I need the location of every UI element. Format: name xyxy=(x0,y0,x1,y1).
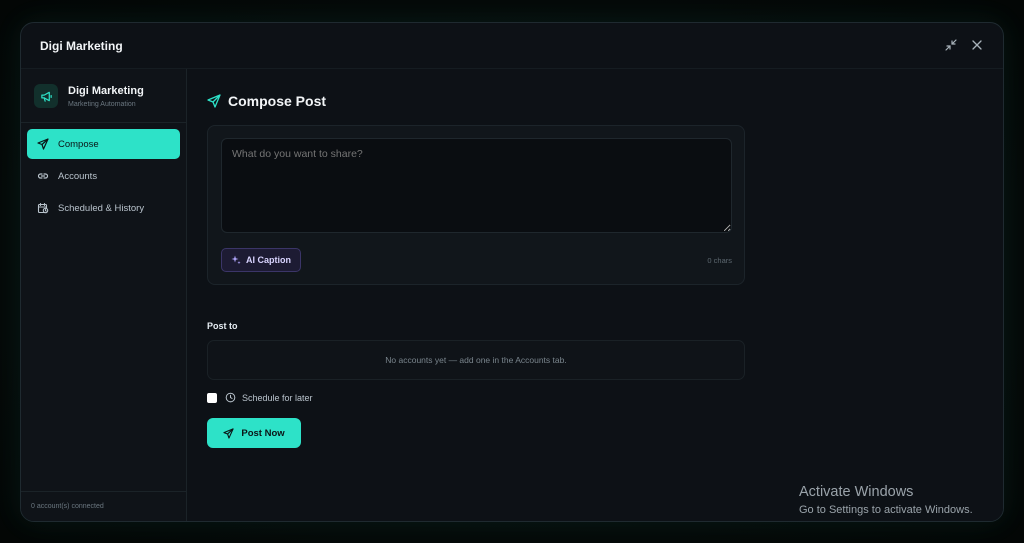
sidebar-item-scheduled-history[interactable]: Scheduled & History xyxy=(27,193,180,223)
post-now-button[interactable]: Post Now xyxy=(207,418,301,448)
activate-windows-watermark: Activate Windows Go to Settings to activ… xyxy=(799,484,973,516)
send-icon xyxy=(207,94,221,108)
connected-accounts-status: 0 account(s) connected xyxy=(21,491,186,521)
send-icon xyxy=(223,427,234,439)
close-button[interactable] xyxy=(969,37,985,53)
activate-windows-subtitle: Go to Settings to activate Windows. xyxy=(799,504,973,516)
clock-icon xyxy=(225,392,236,403)
sidebar-item-compose[interactable]: Compose xyxy=(27,129,180,159)
compose-card: AI Caption 0 chars xyxy=(207,125,745,285)
collapse-icon xyxy=(945,39,957,51)
link-icon xyxy=(37,173,49,179)
schedule-row: Schedule for later xyxy=(207,392,313,403)
accounts-list: No accounts yet — add one in the Account… xyxy=(207,340,745,380)
sparkles-icon xyxy=(231,255,241,265)
sidebar-item-label: Accounts xyxy=(58,170,98,182)
page-title: Compose Post xyxy=(228,93,327,109)
accounts-empty-message: No accounts yet — add one in the Account… xyxy=(385,355,567,365)
post-content-input[interactable] xyxy=(221,138,732,233)
close-icon xyxy=(972,40,982,50)
schedule-label: Schedule for later xyxy=(242,392,313,403)
send-icon xyxy=(37,138,49,150)
sidebar: Digi Marketing Marketing Automation Comp… xyxy=(21,69,187,521)
sidebar-item-label: Compose xyxy=(58,138,99,150)
title-bar: Digi Marketing xyxy=(21,23,1003,69)
window-controls xyxy=(943,37,985,53)
brand-name: Digi Marketing xyxy=(68,84,144,97)
char-count: 0 chars xyxy=(707,256,732,265)
main-content: Compose Post AI Caption 0 chars Post to … xyxy=(187,69,1003,521)
page-heading: Compose Post xyxy=(207,93,326,109)
brand-logo xyxy=(34,84,58,108)
calendar-clock-icon xyxy=(37,202,49,214)
app-window: Digi Marketing Digi Marketing Marketing … xyxy=(20,22,1004,522)
sidebar-item-label: Scheduled & History xyxy=(58,202,145,214)
post-now-label: Post Now xyxy=(241,427,285,439)
brand: Digi Marketing Marketing Automation xyxy=(21,69,186,123)
minimize-button[interactable] xyxy=(943,37,959,53)
megaphone-icon xyxy=(40,91,52,102)
post-to-label: Post to xyxy=(207,321,238,331)
brand-subtitle: Marketing Automation xyxy=(68,100,136,108)
sidebar-item-accounts[interactable]: Accounts xyxy=(27,161,180,191)
window-title: Digi Marketing xyxy=(40,38,123,53)
ai-caption-label: AI Caption xyxy=(246,255,291,265)
ai-caption-button[interactable]: AI Caption xyxy=(221,248,301,272)
sidebar-nav: Compose Accounts Scheduled & History xyxy=(21,123,186,231)
activate-windows-title: Activate Windows xyxy=(799,484,914,500)
schedule-checkbox[interactable] xyxy=(207,392,217,403)
